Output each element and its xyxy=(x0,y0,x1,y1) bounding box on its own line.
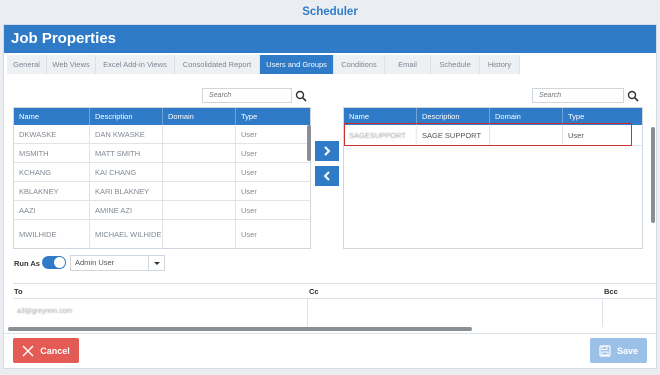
cancel-button[interactable]: Cancel xyxy=(13,338,79,363)
app-title: Scheduler xyxy=(302,6,358,18)
selected-search-input[interactable] xyxy=(533,89,623,102)
run-as-label: Run As xyxy=(14,259,40,268)
tab-schedule[interactable]: Schedule xyxy=(431,55,480,74)
dialog-scrollbar[interactable] xyxy=(651,127,655,223)
table-row[interactable]: KBLAKNEY KARI BLAKNEY User xyxy=(14,182,310,201)
bcc-field[interactable] xyxy=(603,299,656,327)
selection-highlight xyxy=(344,123,632,146)
cc-label: Cc xyxy=(309,287,319,296)
tab-conditions[interactable]: Conditions xyxy=(334,55,385,74)
available-grid-scrollbar[interactable] xyxy=(307,125,311,161)
tab-consolidated-report[interactable]: Consolidated Report xyxy=(175,55,260,74)
table-row[interactable]: DKWASKE DAN KWASKE User xyxy=(14,125,310,144)
table-row[interactable]: MWILHIDE MICHAEL WILHIDE User xyxy=(14,220,310,248)
job-properties-dialog: Job Properties General Web Views Excel A… xyxy=(3,24,657,369)
close-icon xyxy=(22,345,34,356)
toggle-knob xyxy=(54,257,65,268)
horizontal-scrollbar[interactable] xyxy=(8,327,472,331)
add-user-button[interactable] xyxy=(315,141,339,161)
chevron-left-icon xyxy=(323,171,330,181)
available-grid-header: Name Description Domain Type xyxy=(14,108,310,125)
save-label: Save xyxy=(616,345,639,356)
run-as-value: Admin User xyxy=(75,258,115,267)
tab-bar: General Web Views Excel Add-in Views Con… xyxy=(7,55,520,74)
table-row[interactable]: KCHANG KAI CHANG User xyxy=(14,163,310,182)
remove-user-button[interactable] xyxy=(315,166,339,186)
table-row[interactable]: AAZI AMINE AZI User xyxy=(14,201,310,220)
to-field[interactable]: a3@greyrein.com xyxy=(13,299,308,327)
tab-general[interactable]: General xyxy=(7,55,47,74)
to-label: To xyxy=(14,287,23,296)
available-search-box xyxy=(202,88,292,103)
col-description-header[interactable]: Description xyxy=(90,108,163,125)
tab-email[interactable]: Email xyxy=(385,55,431,74)
cancel-label: Cancel xyxy=(40,345,70,356)
footer-divider xyxy=(4,333,656,334)
selected-search-box xyxy=(532,88,624,103)
chevron-right-icon xyxy=(324,146,331,156)
run-as-select[interactable]: Admin User xyxy=(70,255,165,271)
recipients-table: To Cc Bcc a3@greyrein.com xyxy=(13,283,656,327)
search-icon[interactable] xyxy=(295,90,307,102)
tab-web-views[interactable]: Web Views xyxy=(47,55,96,74)
to-value: a3@greyrein.com xyxy=(17,308,73,315)
run-as-toggle[interactable] xyxy=(42,256,66,269)
col-name-header[interactable]: Name xyxy=(14,108,90,125)
col-type-header[interactable]: Type xyxy=(236,108,308,125)
cc-field[interactable] xyxy=(308,299,603,327)
tab-excel-add-in-views[interactable]: Excel Add-in Views xyxy=(96,55,175,74)
save-icon xyxy=(599,344,611,357)
tab-history[interactable]: History xyxy=(480,55,520,74)
available-users-grid: Name Description Domain Type DKWASKE DAN… xyxy=(13,107,311,249)
search-icon[interactable] xyxy=(627,90,639,102)
chevron-down-icon xyxy=(154,262,160,265)
dialog-title: Job Properties xyxy=(4,25,656,53)
tab-users-and-groups[interactable]: Users and Groups xyxy=(260,55,334,74)
dropdown-caret[interactable] xyxy=(148,256,164,270)
available-search-input[interactable] xyxy=(203,89,291,102)
table-row[interactable]: MSMITH MATT SMITH User xyxy=(14,144,310,163)
save-button[interactable]: Save xyxy=(590,338,647,363)
col-domain-header[interactable]: Domain xyxy=(163,108,236,125)
bcc-label: Bcc xyxy=(604,287,618,296)
